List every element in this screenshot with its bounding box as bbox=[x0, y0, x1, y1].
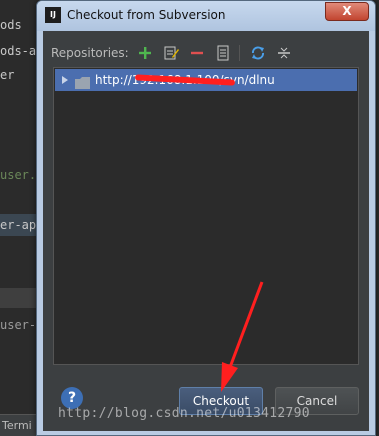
repositories-label: Repositories: bbox=[51, 46, 129, 60]
intellij-app-icon: IJ bbox=[45, 7, 61, 23]
dialog-titlebar[interactable]: IJ Checkout from Subversion X bbox=[37, 1, 375, 31]
dialog-content: Repositories: ? Checkout Cancel bbox=[43, 31, 369, 431]
dialog-title: Checkout from Subversion bbox=[67, 8, 226, 22]
expand-arrow-icon[interactable] bbox=[57, 75, 73, 85]
remove-icon[interactable] bbox=[187, 43, 207, 63]
ide-code-line: ods-a bbox=[0, 44, 37, 58]
repositories-toolbar: Repositories: bbox=[51, 43, 300, 63]
ide-code-line: er bbox=[0, 68, 15, 82]
refresh-icon[interactable] bbox=[248, 43, 268, 63]
ide-code-line: ods bbox=[0, 18, 22, 32]
browse-icon[interactable] bbox=[213, 43, 233, 63]
add-icon[interactable] bbox=[135, 43, 155, 63]
ide-highlight bbox=[0, 288, 40, 308]
toolbar-separator bbox=[238, 45, 240, 61]
edit-icon[interactable] bbox=[161, 43, 181, 63]
watermark-text: http://blog.csdn.net/u013412790 bbox=[58, 406, 310, 421]
checkout-dialog: IJ Checkout from Subversion X Repositori… bbox=[36, 0, 376, 436]
close-button[interactable]: X bbox=[325, 2, 369, 21]
ide-code-line: er-ap bbox=[0, 218, 37, 232]
collapse-icon[interactable] bbox=[274, 43, 294, 63]
folder-icon bbox=[75, 74, 91, 89]
repository-row[interactable]: http://192.168.1.100/svn/dlnu bbox=[55, 69, 357, 91]
repositories-list[interactable]: http://192.168.1.100/svn/dlnu bbox=[53, 67, 359, 365]
terminal-tab[interactable]: Termi bbox=[0, 414, 40, 436]
